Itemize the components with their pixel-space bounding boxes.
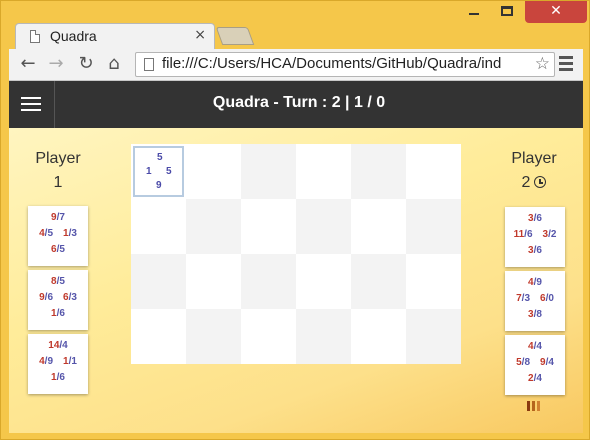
board-cell[interactable] — [296, 309, 351, 364]
board-cell[interactable] — [186, 199, 241, 254]
board-cell[interactable] — [241, 309, 296, 364]
board-cell[interactable] — [241, 199, 296, 254]
board-cell[interactable] — [241, 144, 296, 199]
card-top-value: 9/7 — [51, 212, 65, 223]
card-bottom-value: 2/4 — [528, 373, 542, 384]
card-bottom-value: 1/6 — [51, 308, 65, 319]
app-header: Quadra - Turn : 2 | 1 / 0 — [9, 81, 583, 128]
home-icon[interactable]: ⌂ — [103, 53, 125, 74]
board-cell[interactable] — [186, 144, 241, 199]
board-cell[interactable] — [406, 309, 461, 364]
board-cell[interactable] — [406, 144, 461, 199]
board-cell[interactable] — [186, 309, 241, 364]
player2-card[interactable]: 4/4 5/8 9/4 2/4 — [505, 335, 565, 395]
player2-card[interactable]: 3/6 11/6 3/2 3/6 — [505, 207, 565, 267]
minimize-icon — [469, 13, 479, 15]
player1-card[interactable]: 8/5 9/6 6/3 1/6 — [28, 270, 88, 330]
player1-label: Player 1 — [23, 147, 93, 195]
board-cell[interactable] — [296, 199, 351, 254]
placed-bottom-value: 9 — [156, 180, 162, 191]
board-cell[interactable]: 5159 — [131, 144, 186, 199]
page-icon — [144, 58, 154, 71]
placed-right-value: 5 — [166, 166, 172, 177]
board-cell[interactable] — [296, 144, 351, 199]
quadra-app: Quadra - Turn : 2 | 1 / 0 Player 1 Playe… — [9, 81, 583, 433]
chrome-menu-icon[interactable] — [559, 56, 573, 74]
bookmark-star-icon[interactable]: ☆ — [532, 54, 550, 74]
placed-left-value: 1 — [146, 166, 152, 177]
address-bar[interactable]: file:///C:/Users/HCA/Documents/GitHub/Qu… — [135, 52, 555, 77]
document-icon — [30, 30, 40, 43]
tab-title: Quadra — [50, 28, 97, 44]
pause-icon[interactable] — [527, 401, 541, 411]
card-side-values: 7/3 6/0 — [516, 293, 554, 304]
tab-quadra[interactable]: Quadra × — [15, 23, 215, 49]
player2-name: Player — [511, 150, 557, 167]
board-cell[interactable] — [351, 144, 406, 199]
board-cell[interactable] — [351, 199, 406, 254]
placed-card: 5159 — [133, 146, 184, 197]
player1-card[interactable]: 14/4 4/9 1/1 1/6 — [28, 334, 88, 394]
page-title: Quadra - Turn : 2 | 1 / 0 — [212, 94, 386, 111]
board-cell[interactable] — [406, 254, 461, 309]
board-cell[interactable] — [351, 254, 406, 309]
card-bottom-value: 3/6 — [528, 245, 542, 256]
card-top-value: 4/4 — [528, 341, 542, 352]
back-icon[interactable]: ← — [17, 53, 39, 74]
tab-strip: Quadra × — [9, 19, 509, 49]
forward-icon[interactable]: → — [45, 53, 67, 74]
card-side-values: 5/8 9/4 — [516, 357, 554, 368]
player1-card[interactable]: 9/7 4/5 1/3 6/5 — [28, 206, 88, 266]
card-top-value: 4/9 — [528, 277, 542, 288]
card-side-values: 9/6 6/3 — [39, 292, 77, 303]
board-cell[interactable] — [351, 309, 406, 364]
reload-icon[interactable]: ↻ — [75, 53, 97, 74]
player2-card[interactable]: 4/9 7/3 6/0 3/8 — [505, 271, 565, 331]
player2-label: Player 2 — [499, 147, 569, 195]
board-cell[interactable] — [131, 254, 186, 309]
game-board: 5159 — [131, 144, 461, 364]
board-cell[interactable] — [296, 254, 351, 309]
card-bottom-value: 3/8 — [528, 309, 542, 320]
card-side-values: 4/5 1/3 — [39, 228, 77, 239]
clock-icon — [534, 176, 547, 188]
board-cell[interactable] — [131, 199, 186, 254]
card-bottom-value: 6/5 — [51, 244, 65, 255]
card-top-value: 3/6 — [528, 213, 542, 224]
player1-name: Player — [35, 150, 81, 167]
close-window-button[interactable]: ✕ — [525, 1, 587, 23]
board-cell[interactable] — [406, 199, 461, 254]
browser-toolbar: ← → ↻ ⌂ file:///C:/Users/HCA/Documents/G… — [9, 49, 583, 81]
browser-window: ✕ Quadra × ← → ↻ ⌂ file:///C:/Users/HCA/… — [0, 0, 590, 440]
player1-number: 1 — [53, 174, 63, 191]
board-cell[interactable] — [131, 309, 186, 364]
card-top-value: 14/4 — [48, 340, 68, 351]
player2-number: 2 — [521, 174, 531, 191]
close-tab-icon[interactable]: × — [194, 27, 206, 43]
card-side-values: 11/6 3/2 — [513, 229, 557, 240]
maximize-icon — [501, 6, 513, 16]
url-text[interactable]: file:///C:/Users/HCA/Documents/GitHub/Qu… — [162, 55, 501, 72]
card-bottom-value: 1/6 — [51, 372, 65, 383]
board-cell[interactable] — [241, 254, 296, 309]
card-side-values: 4/9 1/1 — [39, 356, 77, 367]
card-top-value: 8/5 — [51, 276, 65, 287]
hamburger-menu-icon[interactable] — [9, 81, 55, 128]
placed-top-value: 5 — [157, 152, 163, 163]
board-cell[interactable] — [186, 254, 241, 309]
new-tab-button[interactable] — [215, 27, 255, 45]
